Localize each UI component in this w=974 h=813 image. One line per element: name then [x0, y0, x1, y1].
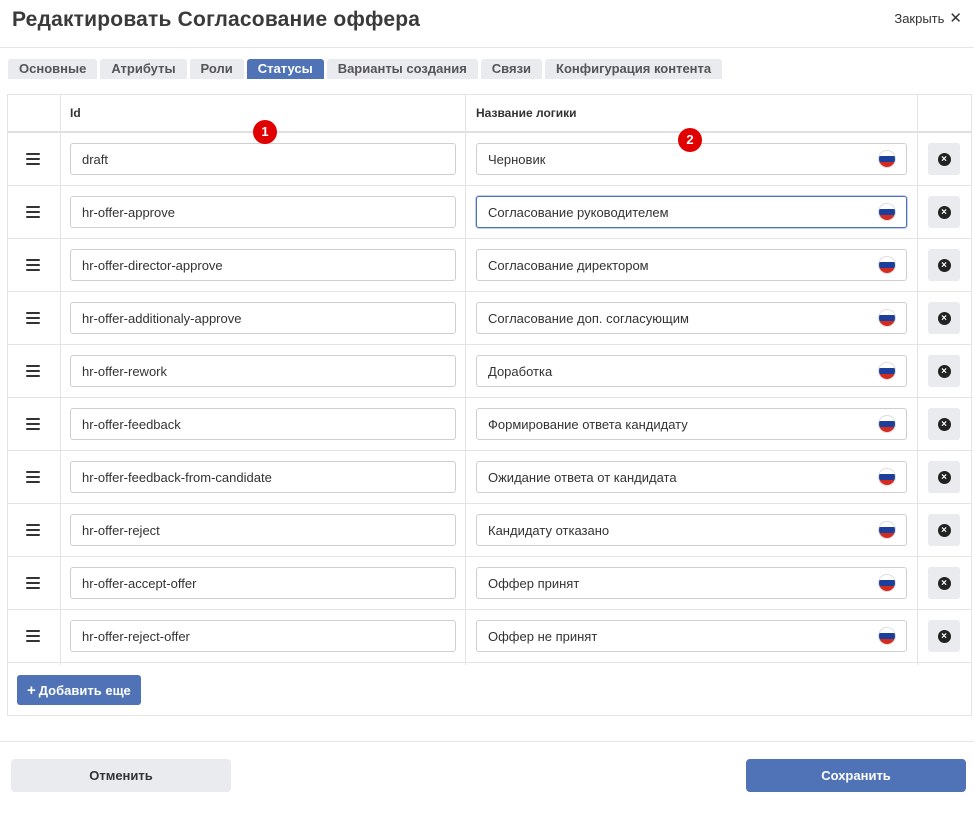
statuses-panel: Id Название логики × × × × × × × × × × 1 2 + Доба… — [7, 94, 972, 716]
column-divider — [465, 95, 466, 665]
status-id-input[interactable] — [70, 302, 456, 334]
table-header-row: Id Название логики — [8, 95, 971, 133]
add-more-label: Добавить еще — [38, 682, 131, 698]
russia-flag-icon[interactable] — [879, 628, 895, 644]
save-button[interactable]: Сохранить — [746, 759, 966, 792]
remove-circle-icon: × — [937, 417, 951, 431]
cancel-button[interactable]: Отменить — [11, 759, 231, 792]
close-label: Закрыть — [894, 11, 945, 26]
remove-circle-icon: × — [937, 311, 951, 325]
drag-handle-icon[interactable] — [26, 312, 40, 324]
status-id-input[interactable] — [70, 196, 456, 228]
remove-circle-icon: × — [937, 576, 951, 590]
column-divider — [917, 95, 918, 665]
remove-circle-icon: × — [937, 470, 951, 484]
remove-circle-icon: × — [937, 629, 951, 643]
tab-main[interactable]: Основные — [8, 59, 98, 79]
close-button[interactable]: Закрыть ✕ — [894, 11, 962, 26]
table-row: × — [8, 345, 971, 398]
tab-statuses[interactable]: Статусы — [246, 59, 324, 79]
russia-flag-icon[interactable] — [879, 416, 895, 432]
table-row: × — [8, 504, 971, 557]
remove-circle-icon: × — [937, 205, 951, 219]
table-row: × — [8, 451, 971, 504]
logic-name-input[interactable] — [476, 249, 907, 281]
drag-handle-icon[interactable] — [26, 206, 40, 218]
plus-icon: + — [27, 681, 36, 699]
russia-flag-icon[interactable] — [879, 204, 895, 220]
close-icon: ✕ — [949, 10, 962, 27]
status-id-input[interactable] — [70, 408, 456, 440]
delete-row-button[interactable]: × — [928, 143, 960, 175]
dialog-header: Редактировать Согласование оффера Закрыт… — [0, 0, 974, 48]
logic-name-input[interactable] — [476, 461, 907, 493]
tab-bar: Основные Атрибуты Роли Статусы Варианты … — [8, 59, 723, 79]
remove-circle-icon: × — [937, 523, 951, 537]
statuses-table: Id Название логики × × × × × × × × × × — [8, 95, 971, 663]
remove-circle-icon: × — [937, 364, 951, 378]
delete-row-button[interactable]: × — [928, 249, 960, 281]
delete-row-button[interactable]: × — [928, 620, 960, 652]
table-row: × — [8, 133, 971, 186]
status-id-input[interactable] — [70, 249, 456, 281]
russia-flag-icon[interactable] — [879, 257, 895, 273]
drag-handle-icon[interactable] — [26, 153, 40, 165]
logic-name-input[interactable] — [476, 408, 907, 440]
tab-attributes[interactable]: Атрибуты — [100, 59, 187, 79]
table-row: × — [8, 239, 971, 292]
column-divider — [60, 95, 61, 665]
tab-creation-variants[interactable]: Варианты создания — [326, 59, 478, 79]
delete-row-button[interactable]: × — [928, 461, 960, 493]
status-id-input[interactable] — [70, 567, 456, 599]
table-row: × — [8, 398, 971, 451]
logic-name-input[interactable] — [476, 355, 907, 387]
delete-row-button[interactable]: × — [928, 408, 960, 440]
logic-name-input[interactable] — [476, 514, 907, 546]
status-id-input[interactable] — [70, 514, 456, 546]
tab-links[interactable]: Связи — [480, 59, 543, 79]
drag-handle-icon[interactable] — [26, 524, 40, 536]
drag-handle-icon[interactable] — [26, 365, 40, 377]
delete-row-button[interactable]: × — [928, 514, 960, 546]
annotation-marker-1: 1 — [253, 120, 277, 144]
delete-row-button[interactable]: × — [928, 355, 960, 387]
russia-flag-icon[interactable] — [879, 522, 895, 538]
remove-circle-icon: × — [937, 152, 951, 166]
add-more-button[interactable]: + Добавить еще — [17, 675, 141, 705]
annotation-marker-2: 2 — [678, 128, 702, 152]
remove-circle-icon: × — [937, 258, 951, 272]
dialog-title: Редактировать Согласование оффера — [12, 8, 421, 31]
delete-row-button[interactable]: × — [928, 567, 960, 599]
column-header-id: Id — [70, 106, 81, 120]
logic-name-input[interactable] — [476, 302, 907, 334]
footer-divider — [0, 741, 974, 742]
drag-handle-icon[interactable] — [26, 630, 40, 642]
logic-name-input[interactable] — [476, 620, 907, 652]
drag-handle-icon[interactable] — [26, 471, 40, 483]
russia-flag-icon[interactable] — [879, 310, 895, 326]
table-row: × — [8, 292, 971, 345]
table-row: × — [8, 557, 971, 610]
russia-flag-icon[interactable] — [879, 363, 895, 379]
logic-name-input[interactable] — [476, 196, 907, 228]
drag-handle-icon[interactable] — [26, 418, 40, 430]
status-id-input[interactable] — [70, 620, 456, 652]
tab-content-config[interactable]: Конфигурация контента — [545, 59, 723, 79]
drag-handle-icon[interactable] — [26, 259, 40, 271]
column-header-logic-name: Название логики — [476, 106, 577, 120]
table-row: × — [8, 186, 971, 239]
delete-row-button[interactable]: × — [928, 196, 960, 228]
russia-flag-icon[interactable] — [879, 575, 895, 591]
delete-row-button[interactable]: × — [928, 302, 960, 334]
russia-flag-icon[interactable] — [879, 469, 895, 485]
tab-roles[interactable]: Роли — [189, 59, 244, 79]
russia-flag-icon[interactable] — [879, 151, 895, 167]
status-id-input[interactable] — [70, 143, 456, 175]
table-row: × — [8, 610, 971, 663]
drag-handle-icon[interactable] — [26, 577, 40, 589]
status-id-input[interactable] — [70, 461, 456, 493]
status-id-input[interactable] — [70, 355, 456, 387]
logic-name-input[interactable] — [476, 567, 907, 599]
